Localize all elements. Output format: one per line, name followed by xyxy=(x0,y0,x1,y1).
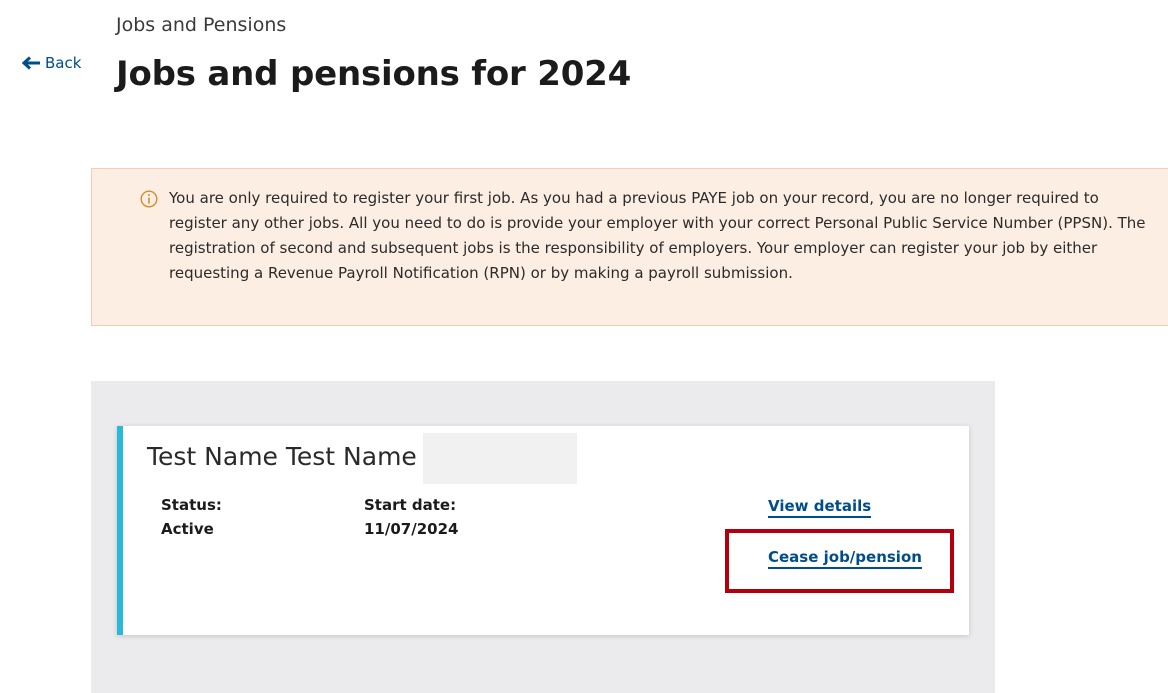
back-link[interactable]: Back xyxy=(22,54,81,72)
start-date-label: Start date: xyxy=(364,496,457,514)
jobs-panel: Test Name Test Name Status: Active Start… xyxy=(91,381,995,693)
page-caption: Jobs and Pensions xyxy=(116,14,287,36)
cease-job-pension-link[interactable]: Cease job/pension xyxy=(768,548,922,569)
info-message: You are only required to register your f… xyxy=(169,189,1146,282)
job-card: Test Name Test Name Status: Active Start… xyxy=(117,426,969,635)
employer-name: Test Name Test Name xyxy=(147,442,417,471)
arrow-left-icon xyxy=(22,56,41,70)
start-date-value: 11/07/2024 xyxy=(364,520,459,538)
back-link-label: Back xyxy=(45,54,82,72)
status-label: Status: xyxy=(161,496,222,514)
view-details-link[interactable]: View details xyxy=(768,497,872,518)
info-icon xyxy=(140,190,158,208)
page-title: Jobs and pensions for 2024 xyxy=(116,54,632,94)
redacted-area xyxy=(423,433,577,484)
info-banner: You are only required to register your f… xyxy=(91,168,1168,326)
status-value: Active xyxy=(161,520,214,538)
